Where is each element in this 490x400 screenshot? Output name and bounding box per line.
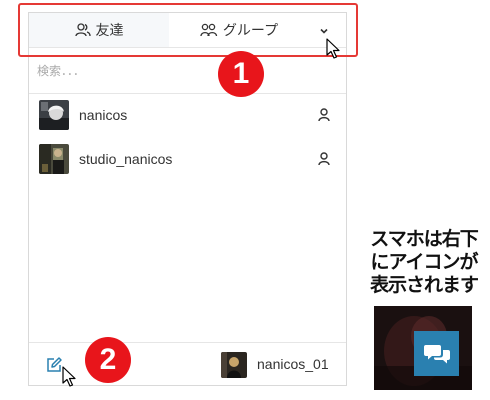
- user-name: studio_nanicos: [79, 151, 173, 167]
- tab-bar: 友達 グループ: [29, 13, 346, 48]
- list-item[interactable]: studio_nanicos: [29, 139, 346, 179]
- note-line: スマホは右下: [370, 228, 478, 250]
- chevron-down-icon[interactable]: [318, 25, 330, 37]
- chat-bubbles-icon: [423, 344, 450, 363]
- annotation-note: スマホは右下 にアイコンが 表示されます: [360, 228, 488, 297]
- tab-groups-label: グループ: [222, 22, 279, 38]
- tab-friends[interactable]: 友達: [29, 13, 169, 47]
- person-icon: [318, 152, 330, 166]
- divider: [29, 93, 346, 94]
- note-line: 表示されます: [369, 274, 479, 296]
- footer-divider: [29, 342, 346, 343]
- tab-friends-label: 友達: [95, 22, 124, 38]
- current-user-avatar[interactable]: [221, 352, 247, 378]
- chat-panel: 友達 グループ nanicos: [28, 12, 347, 386]
- step-badge-1-label: 1: [232, 57, 250, 90]
- tab-groups[interactable]: グループ: [169, 13, 309, 47]
- step-badge-2: 2: [85, 337, 131, 383]
- person-icon: [318, 108, 330, 122]
- avatar: [39, 100, 69, 130]
- edit-pencil-icon[interactable]: [45, 356, 63, 374]
- search-input[interactable]: [37, 61, 337, 81]
- user-name: nanicos: [79, 107, 128, 123]
- group-outline-icon: [200, 23, 218, 37]
- current-user-name: nanicos_01: [257, 356, 329, 372]
- person-outline-icon: [74, 23, 91, 37]
- list-item[interactable]: nanicos: [29, 95, 346, 135]
- avatar: [39, 144, 69, 174]
- step-badge-2-label: 2: [99, 343, 117, 376]
- note-line: にアイコンが: [370, 251, 478, 273]
- chat-button[interactable]: [414, 331, 459, 376]
- step-badge-1: 1: [218, 51, 264, 97]
